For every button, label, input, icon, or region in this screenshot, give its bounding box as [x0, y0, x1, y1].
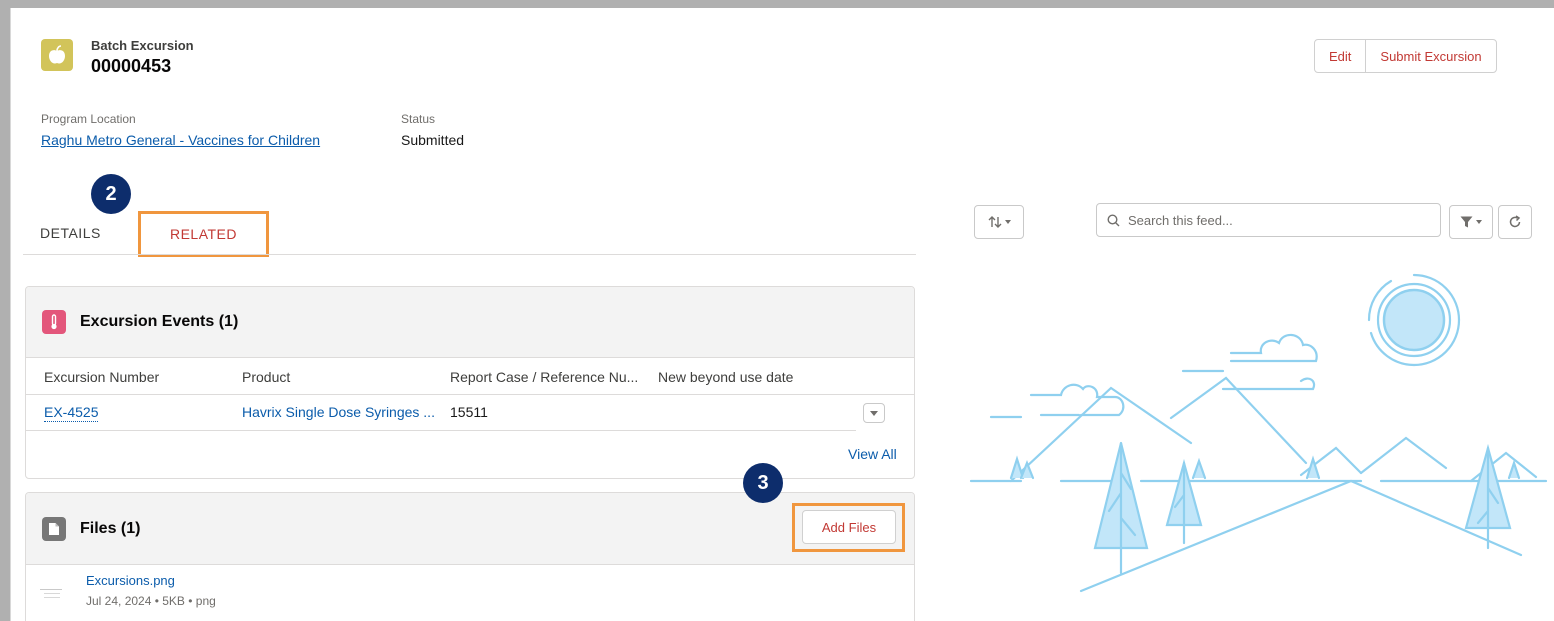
chevron-down-icon	[1476, 220, 1482, 224]
feed-filter-button[interactable]	[1449, 205, 1493, 239]
column-header-beyond-use-date[interactable]: New beyond use date	[658, 369, 793, 385]
filter-icon	[1460, 216, 1473, 228]
tab-details[interactable]: DETAILS	[40, 225, 101, 241]
tab-related-label: RELATED	[169, 226, 238, 242]
tab-divider	[23, 254, 916, 255]
view-all-link[interactable]: View All	[848, 446, 897, 462]
file-meta: Jul 24, 2024 • 5KB • png	[86, 594, 216, 608]
feed-search-field[interactable]	[1096, 203, 1441, 237]
status-label: Status	[401, 112, 436, 126]
chevron-down-icon	[1004, 220, 1011, 224]
refresh-icon	[1509, 215, 1521, 228]
file-icon	[42, 516, 66, 541]
header-action-group: Edit Submit Excursion	[1314, 39, 1497, 73]
files-header: Files (1)	[26, 493, 914, 565]
submit-excursion-button[interactable]: Submit Excursion	[1365, 40, 1495, 72]
file-name-link[interactable]: Excursions.png	[86, 573, 175, 588]
excursion-events-title[interactable]: Excursion Events (1)	[80, 313, 238, 331]
excursion-events-card: Excursion Events (1) Excursion Number Pr…	[25, 286, 915, 479]
add-files-button[interactable]: Add Files	[802, 510, 896, 544]
chevron-down-icon	[870, 410, 878, 416]
file-thumbnail[interactable]	[40, 586, 66, 602]
feed-search-input[interactable]	[1128, 212, 1428, 228]
feed-refresh-button[interactable]	[1498, 205, 1532, 239]
empty-feed-illustration	[969, 273, 1548, 593]
step-badge-3: 3	[743, 463, 783, 503]
column-header-product[interactable]: Product	[242, 369, 290, 385]
program-location-value[interactable]: Raghu Metro General - Vaccines for Child…	[41, 132, 320, 148]
column-header-excursion-number[interactable]: Excursion Number	[44, 369, 159, 385]
thermometer-icon	[42, 310, 66, 334]
search-icon	[1107, 213, 1120, 226]
program-location-link[interactable]: Raghu Metro General - Vaccines for Child…	[41, 132, 320, 148]
tab-related[interactable]: RELATED	[138, 211, 269, 257]
row-action-menu[interactable]	[863, 403, 885, 423]
column-header-report-case[interactable]: Report Case / Reference Nu...	[450, 369, 638, 385]
sort-arrows-icon	[988, 216, 1001, 228]
status-value: Submitted	[401, 132, 465, 148]
feed-sort-button[interactable]	[974, 205, 1024, 239]
table-header-divider	[26, 394, 914, 395]
record-page: Batch Excursion 00000453 Edit Submit Exc…	[10, 8, 1554, 621]
object-type-label: Batch Excursion	[91, 38, 194, 53]
apple-icon	[41, 39, 73, 71]
step-badge-2: 2	[91, 174, 131, 214]
files-title[interactable]: Files (1)	[80, 520, 140, 538]
edit-button[interactable]: Edit	[1315, 40, 1365, 72]
files-card: Files (1) Excursions.png Jul 24, 2024 • …	[25, 492, 915, 621]
product-link[interactable]: Havrix Single Dose Syringes ...	[242, 404, 435, 420]
reference-number: 15511	[450, 404, 488, 420]
excursion-events-header: Excursion Events (1)	[26, 287, 914, 358]
program-location-label: Program Location	[41, 112, 136, 126]
excursion-number-link[interactable]: EX-4525	[44, 404, 99, 422]
row-divider	[26, 430, 856, 431]
record-title: 00000453	[91, 56, 172, 76]
